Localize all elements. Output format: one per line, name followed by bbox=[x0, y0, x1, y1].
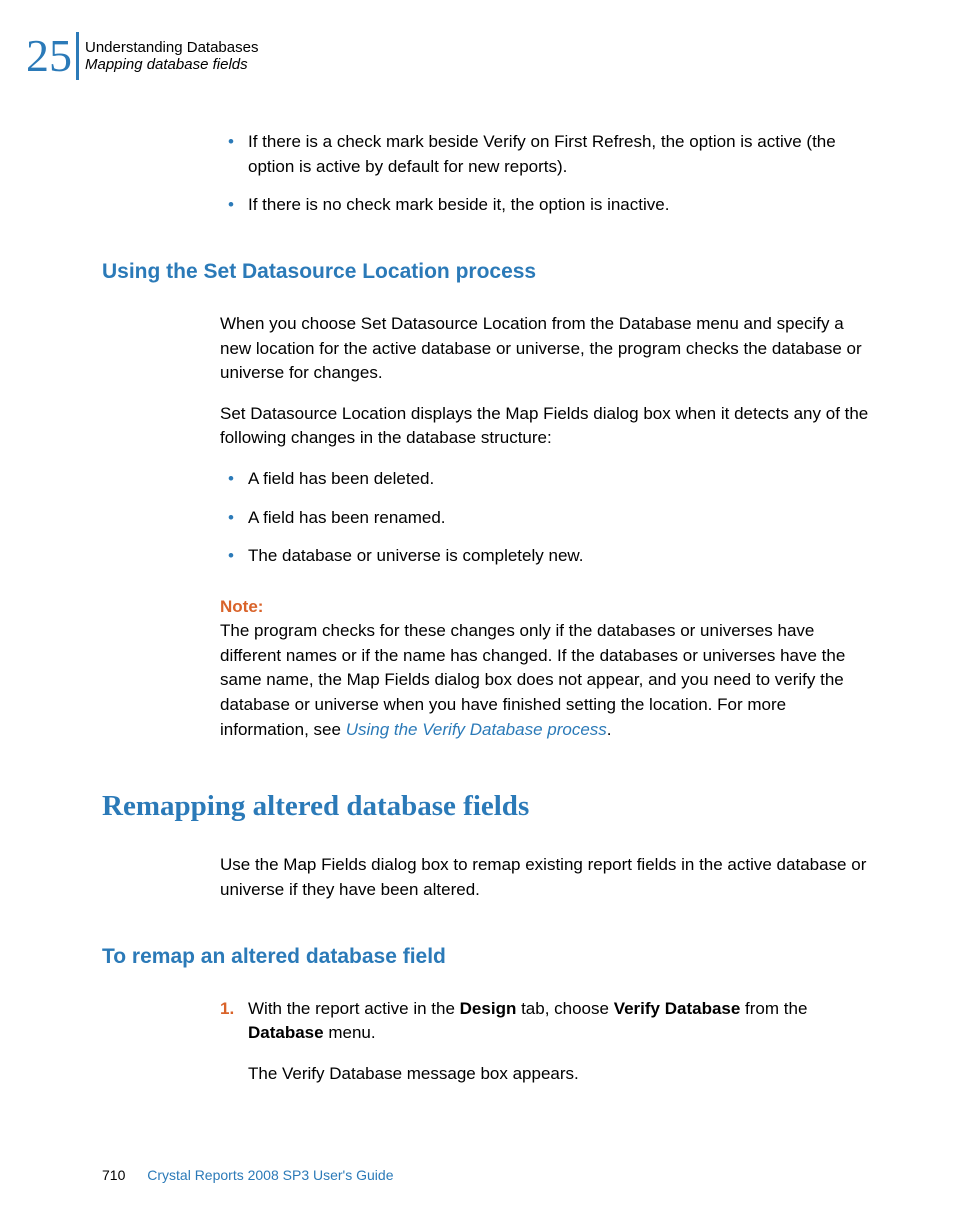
page-header: 25 Understanding Databases Mapping datab… bbox=[26, 32, 258, 80]
header-divider bbox=[76, 32, 79, 80]
procedure-step: 1. With the report active in the Design … bbox=[220, 997, 869, 1046]
list-item: If there is a check mark beside Verify o… bbox=[220, 130, 869, 179]
procedure-list: 1. With the report active in the Design … bbox=[220, 997, 869, 1046]
list-item: A field has been deleted. bbox=[220, 467, 869, 492]
list-item: If there is no check mark beside it, the… bbox=[220, 193, 869, 218]
step-text-part: tab, choose bbox=[516, 999, 613, 1018]
body-paragraph: When you choose Set Datasource Location … bbox=[220, 312, 869, 386]
intro-bullet-list: If there is a check mark beside Verify o… bbox=[220, 130, 869, 218]
section-heading-datasource: Using the Set Datasource Location proces… bbox=[102, 260, 869, 284]
step-result: The Verify Database message box appears. bbox=[248, 1062, 869, 1087]
link-verify-database-process[interactable]: Using the Verify Database process bbox=[346, 720, 607, 739]
main-content: If there is a check mark beside Verify o… bbox=[220, 130, 869, 1086]
note-label: Note: bbox=[220, 597, 869, 617]
page-footer: 710 Crystal Reports 2008 SP3 User's Guid… bbox=[102, 1167, 393, 1183]
list-item: The database or universe is completely n… bbox=[220, 544, 869, 569]
ui-term-design: Design bbox=[460, 999, 517, 1018]
header-subtitle: Mapping database fields bbox=[85, 56, 258, 73]
ui-term-verify-database: Verify Database bbox=[614, 999, 741, 1018]
page-number: 710 bbox=[102, 1167, 125, 1183]
step-number: 1. bbox=[220, 997, 234, 1022]
list-item: A field has been renamed. bbox=[220, 506, 869, 531]
footer-title: Crystal Reports 2008 SP3 User's Guide bbox=[147, 1167, 393, 1183]
header-text-block: Understanding Databases Mapping database… bbox=[85, 39, 258, 73]
step-text-part: from the bbox=[740, 999, 807, 1018]
step-text-part: menu. bbox=[324, 1023, 376, 1042]
body-paragraph: Use the Map Fields dialog box to remap e… bbox=[220, 853, 869, 902]
changes-bullet-list: A field has been deleted. A field has be… bbox=[220, 467, 869, 569]
section-heading-remap-procedure: To remap an altered database field bbox=[102, 945, 869, 969]
note-text-suffix: . bbox=[607, 720, 612, 739]
note-body: The program checks for these changes onl… bbox=[220, 619, 869, 742]
section-heading-remapping: Remapping altered database fields bbox=[102, 790, 869, 823]
ui-term-database: Database bbox=[248, 1023, 324, 1042]
body-paragraph: Set Datasource Location displays the Map… bbox=[220, 402, 869, 451]
step-text-part: With the report active in the bbox=[248, 999, 460, 1018]
chapter-number: 25 bbox=[26, 33, 72, 79]
header-title: Understanding Databases bbox=[85, 39, 258, 56]
